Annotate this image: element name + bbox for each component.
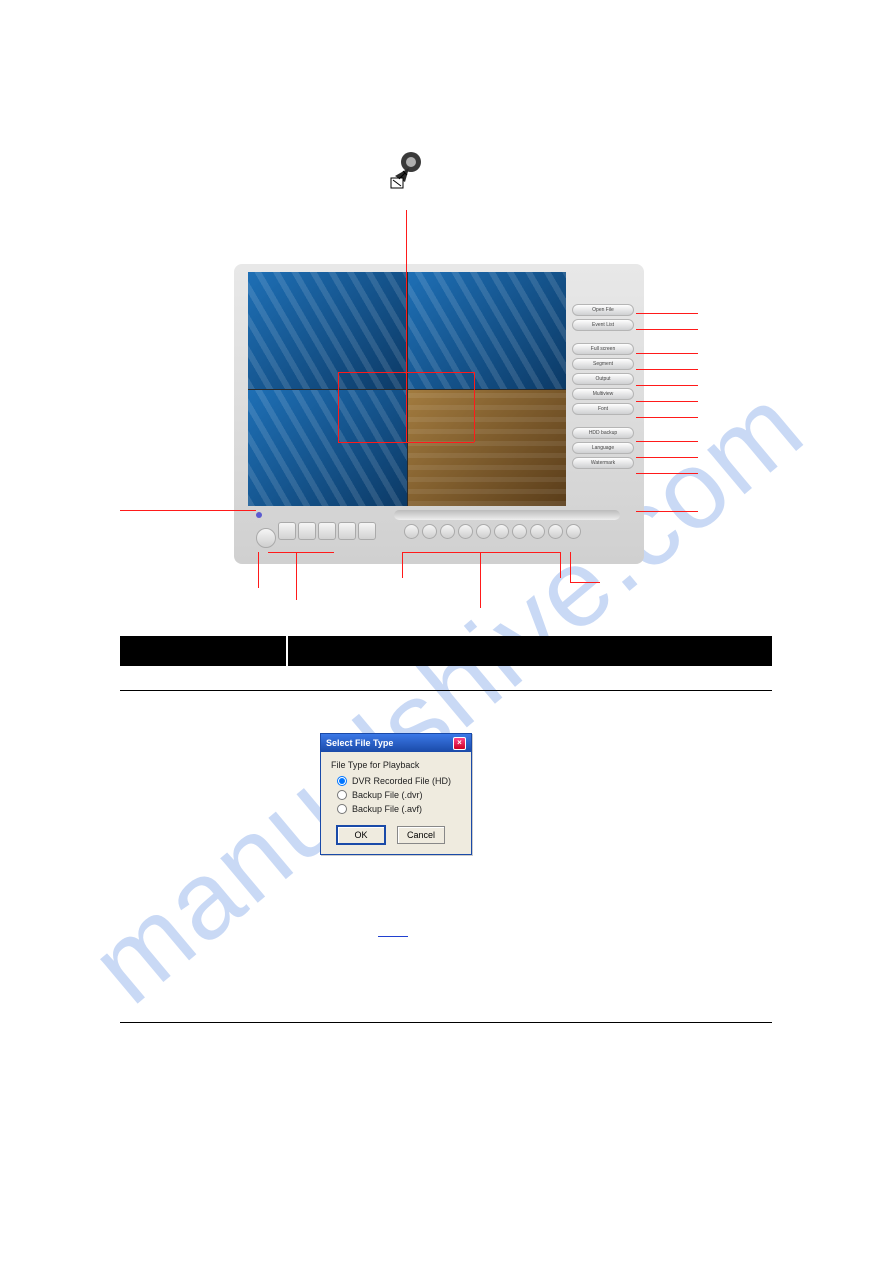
link-underline xyxy=(378,936,408,937)
annotation-line xyxy=(570,552,571,582)
annotation-line xyxy=(338,442,474,443)
fwd-button[interactable] xyxy=(512,524,527,539)
radio-backup-avf[interactable]: Backup File (.avf) xyxy=(337,804,461,814)
annotation-line xyxy=(636,457,698,458)
annotation-line xyxy=(570,582,600,583)
open-file-button[interactable]: Open File xyxy=(572,304,634,316)
dialog-title-text: Select File Type xyxy=(326,738,393,748)
cancel-button[interactable]: Cancel xyxy=(397,826,445,844)
playback-buttons xyxy=(404,524,581,539)
dvr-player-window: Open File Event List Full screen Segment… xyxy=(234,264,644,564)
annotation-line xyxy=(636,401,698,402)
split-4-button[interactable] xyxy=(298,522,316,540)
radio-label: Backup File (.avf) xyxy=(352,804,422,814)
annotation-line xyxy=(474,372,475,442)
prev-button[interactable] xyxy=(422,524,437,539)
split-9-button[interactable] xyxy=(318,522,336,540)
multiview-button[interactable]: Multiview xyxy=(572,388,634,400)
radio-input[interactable] xyxy=(337,776,347,786)
annotation-line xyxy=(338,372,339,442)
annotation-line xyxy=(636,329,698,330)
annotation-line xyxy=(560,552,561,578)
separator xyxy=(120,1022,772,1023)
annotation-line xyxy=(406,210,407,442)
annotation-line xyxy=(636,313,698,314)
dialog-group-label: File Type for Playback xyxy=(331,760,461,770)
radio-input[interactable] xyxy=(337,804,347,814)
font-button[interactable]: Font xyxy=(572,403,634,415)
annotation-line xyxy=(636,353,698,354)
rev-button[interactable] xyxy=(458,524,473,539)
table-header-bar xyxy=(120,636,772,666)
video-cell-3[interactable] xyxy=(248,390,407,507)
radio-label: DVR Recorded File (HD) xyxy=(352,776,451,786)
radio-label: Backup File (.dvr) xyxy=(352,790,423,800)
close-icon[interactable]: × xyxy=(453,737,466,750)
split-screen-buttons xyxy=(278,522,376,540)
annotation-line xyxy=(402,552,560,553)
slow-rev-button[interactable] xyxy=(440,524,455,539)
split-1-button[interactable] xyxy=(278,522,296,540)
control-bar xyxy=(248,510,630,554)
select-file-type-dialog: Select File Type × File Type for Playbac… xyxy=(320,733,472,855)
end-button[interactable] xyxy=(566,524,581,539)
ok-button[interactable]: OK xyxy=(337,826,385,844)
annotation-line xyxy=(338,372,474,373)
annotation-line xyxy=(636,369,698,370)
pause-button[interactable] xyxy=(494,524,509,539)
annotation-line xyxy=(636,417,698,418)
annotation-line xyxy=(268,552,334,553)
video-grid xyxy=(248,272,566,506)
annotation-line xyxy=(296,552,297,600)
event-list-button[interactable]: Event List xyxy=(572,319,634,331)
radio-backup-dvr[interactable]: Backup File (.dvr) xyxy=(337,790,461,800)
annotation-line xyxy=(636,385,698,386)
hdd-backup-button[interactable]: HDD backup xyxy=(572,427,634,439)
annotation-line xyxy=(402,552,403,578)
language-button[interactable]: Language xyxy=(572,442,634,454)
annotation-line xyxy=(480,552,481,608)
full-screen-button[interactable]: Full screen xyxy=(572,343,634,355)
annotation-line xyxy=(636,441,698,442)
split-16-button[interactable] xyxy=(358,522,376,540)
camera-shortcut-icon xyxy=(385,148,429,192)
radio-dvr-recorded[interactable]: DVR Recorded File (HD) xyxy=(337,776,461,786)
annotation-line xyxy=(258,552,259,588)
next-button[interactable] xyxy=(548,524,563,539)
progress-slider[interactable] xyxy=(394,510,620,520)
dialog-titlebar: Select File Type × xyxy=(321,734,471,752)
segment-button[interactable]: Segment xyxy=(572,358,634,370)
table-col-name xyxy=(120,636,288,666)
annotation-line xyxy=(120,510,256,511)
annotation-line xyxy=(636,511,698,512)
output-button[interactable]: Output xyxy=(572,373,634,385)
begin-button[interactable] xyxy=(404,524,419,539)
radio-input[interactable] xyxy=(337,790,347,800)
play-button[interactable] xyxy=(476,524,491,539)
annotation-line xyxy=(636,473,698,474)
separator xyxy=(120,690,772,691)
table-col-desc xyxy=(288,636,772,666)
watermark-button[interactable]: Watermark xyxy=(572,457,634,469)
fast-fwd-button[interactable] xyxy=(530,524,545,539)
player-sidebar: Open File Event List Full screen Segment… xyxy=(572,304,634,477)
power-button[interactable] xyxy=(256,528,276,548)
video-cell-4[interactable] xyxy=(408,390,567,507)
split-13-button[interactable] xyxy=(338,522,356,540)
